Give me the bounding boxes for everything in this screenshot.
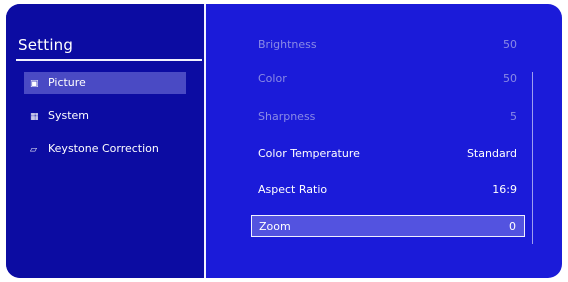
setting-row-color-temperature[interactable]: Color Temperature Standard <box>251 143 525 165</box>
setting-label: Color <box>258 72 287 85</box>
sidebar-item-system[interactable]: ▦ System <box>24 105 186 127</box>
setting-value: 50 <box>503 72 517 85</box>
settings-osd: Setting ▣ Picture ▦ System ⏥ Keystone Corre… <box>6 4 562 278</box>
setting-label: Zoom <box>259 220 291 233</box>
setting-value: Standard <box>466 147 517 160</box>
keystone-icon: ⏥ <box>30 145 37 155</box>
sidebar: Setting ▣ Picture ▦ System ⏥ Keystone Corre… <box>6 4 204 278</box>
settings-panel: Brightness 50 Color 50 Sharpness 5 Color… <box>206 4 562 278</box>
setting-value: 50 <box>503 38 517 51</box>
sidebar-item-label: System <box>48 109 90 122</box>
title-divider <box>16 59 202 61</box>
sidebar-item-picture[interactable]: ▣ Picture <box>24 72 186 94</box>
setting-label: Sharpness <box>258 110 316 123</box>
page-title: Setting <box>18 36 74 54</box>
setting-label: Color Temperature <box>258 147 360 160</box>
setting-row-zoom[interactable]: Zoom 0 <box>251 215 525 237</box>
sidebar-item-keystone-correction[interactable]: ⏥ Keystone Correction <box>24 138 186 160</box>
setting-value: 5 <box>510 110 517 123</box>
sidebar-item-label: Keystone Correction <box>48 142 159 155</box>
scrollbar[interactable] <box>532 72 533 244</box>
setting-row-color[interactable]: Color 50 <box>251 68 525 90</box>
setting-label: Aspect Ratio <box>258 183 328 196</box>
setting-row-brightness[interactable]: Brightness 50 <box>251 34 525 56</box>
sidebar-item-label: Picture <box>48 76 86 89</box>
picture-icon: ▣ <box>30 79 39 89</box>
setting-row-sharpness[interactable]: Sharpness 5 <box>251 106 525 128</box>
setting-value: 0 <box>509 220 516 233</box>
setting-row-aspect-ratio[interactable]: Aspect Ratio 16:9 <box>251 179 525 201</box>
setting-label: Brightness <box>258 38 317 51</box>
system-icon: ▦ <box>30 112 39 122</box>
setting-value: 16:9 <box>492 183 517 196</box>
